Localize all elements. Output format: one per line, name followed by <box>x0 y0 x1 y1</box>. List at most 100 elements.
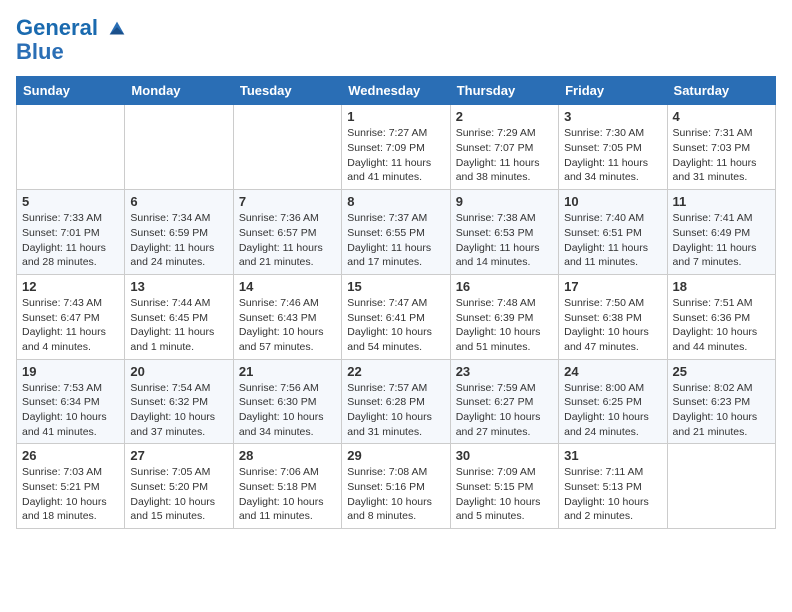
calendar-cell: 20Sunrise: 7:54 AMSunset: 6:32 PMDayligh… <box>125 359 233 444</box>
logo-blue-text: Blue <box>16 40 128 64</box>
header: General Blue <box>16 16 776 64</box>
calendar-cell: 6Sunrise: 7:34 AMSunset: 6:59 PMDaylight… <box>125 190 233 275</box>
day-info: Sunrise: 7:30 AMSunset: 7:05 PMDaylight:… <box>564 126 661 185</box>
day-number: 10 <box>564 194 661 209</box>
day-info: Sunrise: 7:50 AMSunset: 6:38 PMDaylight:… <box>564 296 661 355</box>
weekday-header-wednesday: Wednesday <box>342 77 450 105</box>
day-info: Sunrise: 7:41 AMSunset: 6:49 PMDaylight:… <box>673 211 770 270</box>
weekday-header-monday: Monday <box>125 77 233 105</box>
day-number: 20 <box>130 364 227 379</box>
day-number: 2 <box>456 109 553 124</box>
calendar-cell: 21 Sunrise: 7:56 AMSunset: 6:30 PMDayligh… <box>233 359 341 444</box>
page-container: General Blue SundayMondayTuesdayWednesda… <box>0 0 792 537</box>
logo-icon <box>106 18 128 40</box>
weekday-header-saturday: Saturday <box>667 77 775 105</box>
calendar-week-2: 5 Sunrise: 7:33 AMSunset: 7:01 PMDaylight… <box>17 190 776 275</box>
day-number: 25 <box>673 364 770 379</box>
day-info: Sunrise: 8:00 AMSunset: 6:25 PMDaylight:… <box>564 381 661 440</box>
calendar-cell: 19Sunrise: 7:53 AMSunset: 6:34 PMDayligh… <box>17 359 125 444</box>
calendar-cell: 28Sunrise: 7:06 AMSunset: 5:18 PMDayligh… <box>233 444 341 529</box>
calendar-cell: 10 Sunrise: 7:40 AMSunset: 6:51 PMDayligh… <box>559 190 667 275</box>
calendar-cell: 9Sunrise: 7:38 AMSunset: 6:53 PMDaylight… <box>450 190 558 275</box>
day-info: Sunrise: 7:57 AMSunset: 6:28 PMDaylight:… <box>347 381 444 440</box>
day-info: Sunrise: 7:08 AMSunset: 5:16 PMDaylight:… <box>347 465 444 524</box>
day-info: Sunrise: 7:29 AMSunset: 7:07 PMDaylight:… <box>456 126 553 185</box>
calendar-cell: 14 Sunrise: 7:46 AMSunset: 6:43 PMDayligh… <box>233 274 341 359</box>
day-info: Sunrise: 7:33 AMSunset: 7:01 PMDaylight:… <box>22 211 119 270</box>
calendar-cell: 26 Sunrise: 7:03 AMSunset: 5:21 PMDayligh… <box>17 444 125 529</box>
day-info: Sunrise: 7:38 AMSunset: 6:53 PMDaylight:… <box>456 211 553 270</box>
calendar-cell: 18 Sunrise: 7:51 AMSunset: 6:36 PMDayligh… <box>667 274 775 359</box>
calendar-cell: 7 Sunrise: 7:36 AMSunset: 6:57 PMDaylight… <box>233 190 341 275</box>
calendar-cell: 15 Sunrise: 7:47 AMSunset: 6:41 PMDayligh… <box>342 274 450 359</box>
calendar-cell: 22 Sunrise: 7:57 AMSunset: 6:28 PMDayligh… <box>342 359 450 444</box>
day-number: 4 <box>673 109 770 124</box>
day-info: Sunrise: 7:06 AMSunset: 5:18 PMDaylight:… <box>239 465 336 524</box>
day-number: 26 <box>22 448 119 463</box>
calendar-cell: 13 Sunrise: 7:44 AMSunset: 6:45 PMDayligh… <box>125 274 233 359</box>
day-number: 24 <box>564 364 661 379</box>
day-number: 16 <box>456 279 553 294</box>
day-info: Sunrise: 7:05 AMSunset: 5:20 PMDaylight:… <box>130 465 227 524</box>
calendar-cell: 5 Sunrise: 7:33 AMSunset: 7:01 PMDaylight… <box>17 190 125 275</box>
calendar-cell: 1 Sunrise: 7:27 AMSunset: 7:09 PMDaylight… <box>342 105 450 190</box>
day-info: Sunrise: 7:46 AMSunset: 6:43 PMDaylight:… <box>239 296 336 355</box>
day-number: 5 <box>22 194 119 209</box>
calendar-cell: 30Sunrise: 7:09 AMSunset: 5:15 PMDayligh… <box>450 444 558 529</box>
calendar-cell <box>125 105 233 190</box>
calendar-cell <box>667 444 775 529</box>
day-number: 7 <box>239 194 336 209</box>
day-number: 14 <box>239 279 336 294</box>
day-info: Sunrise: 7:47 AMSunset: 6:41 PMDaylight:… <box>347 296 444 355</box>
day-number: 17 <box>564 279 661 294</box>
calendar-week-3: 12 Sunrise: 7:43 AMSunset: 6:47 PMDayligh… <box>17 274 776 359</box>
day-info: Sunrise: 7:37 AMSunset: 6:55 PMDaylight:… <box>347 211 444 270</box>
day-number: 8 <box>347 194 444 209</box>
calendar-cell: 2 Sunrise: 7:29 AMSunset: 7:07 PMDaylight… <box>450 105 558 190</box>
calendar: SundayMondayTuesdayWednesdayThursdayFrid… <box>16 76 776 529</box>
day-number: 31 <box>564 448 661 463</box>
calendar-cell: 24 Sunrise: 8:00 AMSunset: 6:25 PMDayligh… <box>559 359 667 444</box>
day-number: 13 <box>130 279 227 294</box>
day-number: 1 <box>347 109 444 124</box>
day-info: Sunrise: 7:11 AMSunset: 5:13 PMDaylight:… <box>564 465 661 524</box>
day-number: 27 <box>130 448 227 463</box>
logo-text: General <box>16 16 128 40</box>
weekday-header-friday: Friday <box>559 77 667 105</box>
day-info: Sunrise: 7:34 AMSunset: 6:59 PMDaylight:… <box>130 211 227 270</box>
day-number: 15 <box>347 279 444 294</box>
day-info: Sunrise: 7:40 AMSunset: 6:51 PMDaylight:… <box>564 211 661 270</box>
day-number: 29 <box>347 448 444 463</box>
logo: General Blue <box>16 16 128 64</box>
day-info: Sunrise: 7:27 AMSunset: 7:09 PMDaylight:… <box>347 126 444 185</box>
calendar-cell: 8 Sunrise: 7:37 AMSunset: 6:55 PMDaylight… <box>342 190 450 275</box>
calendar-cell: 25 Sunrise: 8:02 AMSunset: 6:23 PMDayligh… <box>667 359 775 444</box>
day-info: Sunrise: 7:51 AMSunset: 6:36 PMDaylight:… <box>673 296 770 355</box>
calendar-week-1: 1 Sunrise: 7:27 AMSunset: 7:09 PMDaylight… <box>17 105 776 190</box>
day-info: Sunrise: 7:09 AMSunset: 5:15 PMDaylight:… <box>456 465 553 524</box>
day-info: Sunrise: 7:44 AMSunset: 6:45 PMDaylight:… <box>130 296 227 355</box>
day-info: Sunrise: 7:59 AMSunset: 6:27 PMDaylight:… <box>456 381 553 440</box>
day-info: Sunrise: 8:02 AMSunset: 6:23 PMDaylight:… <box>673 381 770 440</box>
day-number: 12 <box>22 279 119 294</box>
weekday-header-thursday: Thursday <box>450 77 558 105</box>
calendar-cell: 17 Sunrise: 7:50 AMSunset: 6:38 PMDayligh… <box>559 274 667 359</box>
day-number: 18 <box>673 279 770 294</box>
day-number: 22 <box>347 364 444 379</box>
day-info: Sunrise: 7:43 AMSunset: 6:47 PMDaylight:… <box>22 296 119 355</box>
calendar-cell: 23Sunrise: 7:59 AMSunset: 6:27 PMDayligh… <box>450 359 558 444</box>
calendar-cell: 29 Sunrise: 7:08 AMSunset: 5:16 PMDayligh… <box>342 444 450 529</box>
day-info: Sunrise: 7:36 AMSunset: 6:57 PMDaylight:… <box>239 211 336 270</box>
day-number: 21 <box>239 364 336 379</box>
calendar-cell: 4 Sunrise: 7:31 AMSunset: 7:03 PMDaylight… <box>667 105 775 190</box>
weekday-header-tuesday: Tuesday <box>233 77 341 105</box>
weekday-header-sunday: Sunday <box>17 77 125 105</box>
calendar-cell: 31 Sunrise: 7:11 AMSunset: 5:13 PMDayligh… <box>559 444 667 529</box>
day-info: Sunrise: 7:31 AMSunset: 7:03 PMDaylight:… <box>673 126 770 185</box>
day-number: 19 <box>22 364 119 379</box>
calendar-cell: 3Sunrise: 7:30 AMSunset: 7:05 PMDaylight… <box>559 105 667 190</box>
day-info: Sunrise: 7:56 AMSunset: 6:30 PMDaylight:… <box>239 381 336 440</box>
calendar-cell <box>17 105 125 190</box>
day-info: Sunrise: 7:03 AMSunset: 5:21 PMDaylight:… <box>22 465 119 524</box>
weekday-header-row: SundayMondayTuesdayWednesdayThursdayFrid… <box>17 77 776 105</box>
